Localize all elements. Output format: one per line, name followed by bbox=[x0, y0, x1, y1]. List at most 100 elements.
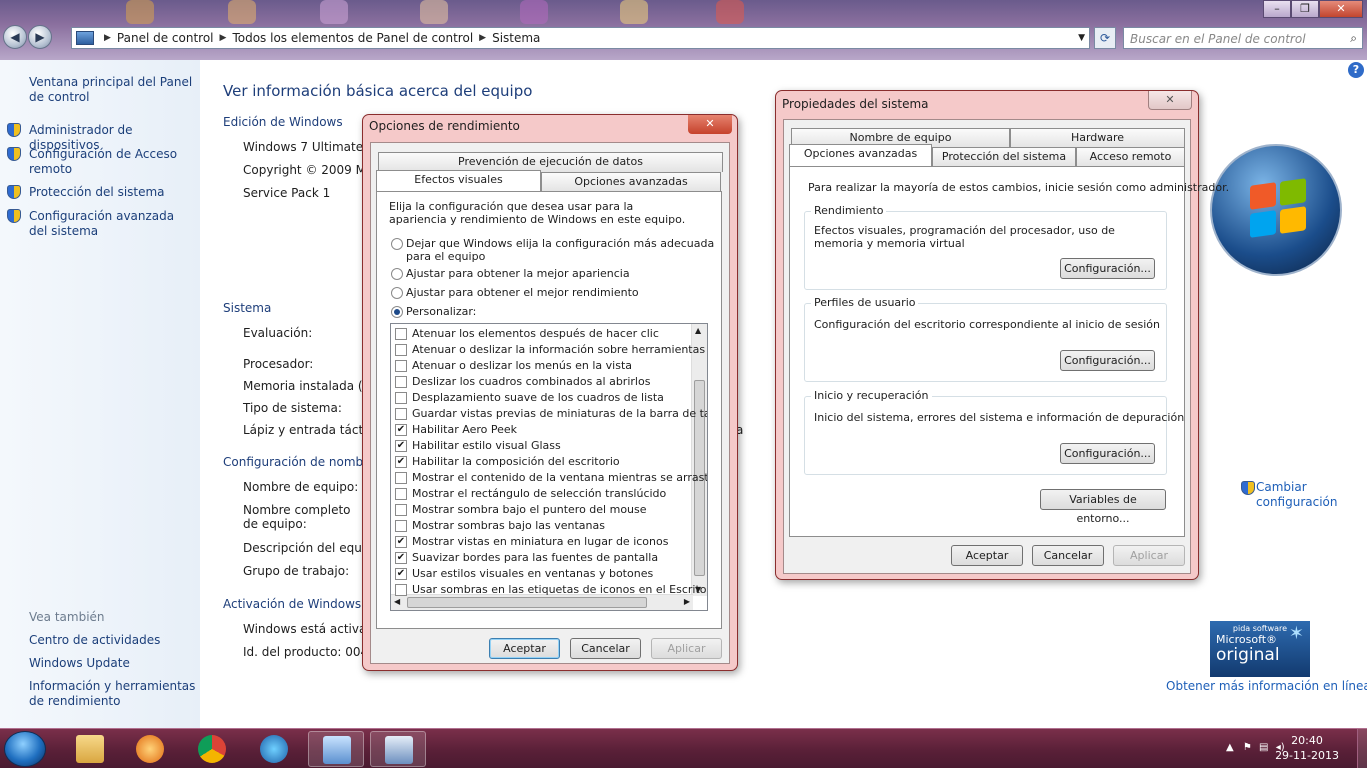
link-action-center[interactable]: Centro de actividades bbox=[29, 633, 160, 648]
chevron-down-icon[interactable]: ▼ bbox=[1078, 33, 1085, 43]
checkbox[interactable]: ✔ bbox=[395, 456, 407, 468]
environment-variables-button[interactable]: Variables de entorno... bbox=[1040, 489, 1166, 525]
radio-best-performance[interactable] bbox=[391, 287, 403, 299]
checkbox[interactable]: ✔ bbox=[395, 552, 407, 564]
close-button[interactable]: ✕ bbox=[688, 115, 732, 134]
minimize-button[interactable]: – bbox=[1263, 0, 1291, 18]
vertical-scrollbar[interactable]: ▲ ▼ bbox=[691, 324, 707, 596]
list-item[interactable]: Atenuar los elementos después de hacer c… bbox=[395, 326, 691, 342]
link-remote-access[interactable]: Configuración de Acceso remoto bbox=[29, 147, 179, 177]
list-item[interactable]: Atenuar o deslizar los menús en la vista bbox=[395, 358, 691, 374]
chevron-up-icon[interactable]: ▲ bbox=[695, 326, 701, 335]
checkbox[interactable]: ✔ bbox=[395, 536, 407, 548]
taskbar-control-panel[interactable] bbox=[308, 731, 364, 767]
checkbox[interactable] bbox=[395, 584, 407, 596]
link-system-protection[interactable]: Protección del sistema bbox=[29, 185, 194, 200]
tab-remote-access[interactable]: Acceso remoto bbox=[1076, 147, 1185, 167]
back-button[interactable]: ◀ bbox=[3, 25, 27, 49]
group-startup-recovery: Inicio y recuperación Inicio del sistema… bbox=[804, 389, 1184, 475]
list-item[interactable]: Guardar vistas previas de miniaturas de … bbox=[395, 406, 707, 422]
link-advanced-settings[interactable]: Configuración avanzada del sistema bbox=[29, 209, 189, 239]
scroll-thumb[interactable] bbox=[407, 597, 647, 608]
search-input[interactable]: Buscar en el Panel de control ⌕ bbox=[1123, 27, 1363, 49]
checkbox[interactable] bbox=[395, 328, 407, 340]
apply-button[interactable]: Aplicar bbox=[1113, 545, 1185, 566]
list-item[interactable]: Deslizar los cuadros combinados al abrir… bbox=[395, 374, 691, 390]
forward-button[interactable]: ▶ bbox=[28, 25, 52, 49]
checkbox[interactable] bbox=[395, 504, 407, 516]
checkbox[interactable]: ✔ bbox=[395, 568, 407, 580]
taskbar-messenger[interactable] bbox=[246, 731, 302, 767]
list-item[interactable]: ✔ Suavizar bordes para las fuentes de pan… bbox=[395, 550, 691, 566]
list-item[interactable]: Desplazamiento suave de los cuadros de l… bbox=[395, 390, 691, 406]
profiles-settings-button[interactable]: Configuración... bbox=[1060, 350, 1155, 371]
cancel-button[interactable]: Cancelar bbox=[570, 638, 641, 659]
tab-visual-effects[interactable]: Efectos visuales bbox=[376, 170, 541, 192]
maximize-button[interactable]: ❐ bbox=[1291, 0, 1319, 18]
list-item[interactable]: ✔ Habilitar Aero Peek bbox=[395, 422, 691, 438]
ok-button[interactable]: Aceptar bbox=[951, 545, 1023, 566]
ok-button[interactable]: Aceptar bbox=[489, 638, 560, 659]
list-item[interactable]: Mostrar el rectángulo de selección trans… bbox=[395, 486, 691, 502]
help-icon[interactable]: ? bbox=[1348, 62, 1364, 78]
effects-list[interactable]: ▲ ▼ ◀ ▶ Atenuar los elementos después de… bbox=[390, 323, 708, 611]
tab-advanced-options[interactable]: Opciones avanzadas bbox=[541, 172, 721, 192]
list-item[interactable]: ✔ Mostrar vistas en miniatura en lugar de… bbox=[395, 534, 691, 550]
chevron-left-icon[interactable]: ◀ bbox=[394, 597, 400, 606]
link-control-panel-home[interactable]: Ventana principal del Panel de control bbox=[29, 75, 194, 105]
clock[interactable]: 20:40 29-11-2013 bbox=[1275, 733, 1339, 763]
tab-advanced-options[interactable]: Opciones avanzadas bbox=[789, 144, 932, 166]
list-item[interactable]: ✔ Usar estilos visuales en ventanas y bot… bbox=[395, 566, 691, 582]
taskbar-system-properties[interactable] bbox=[370, 731, 426, 767]
network-icon[interactable]: ▤ bbox=[1259, 742, 1268, 753]
more-info-link[interactable]: Obtener más información en línea... bbox=[1166, 679, 1367, 693]
link-performance-tools[interactable]: Información y herramientas de rendimient… bbox=[29, 679, 197, 709]
taskbar-media[interactable] bbox=[122, 731, 178, 767]
checkbox[interactable] bbox=[395, 408, 407, 420]
breadcrumb-item[interactable]: Sistema bbox=[492, 31, 540, 45]
breadcrumb-item[interactable]: Todos los elementos de Panel de control bbox=[232, 31, 473, 45]
list-item[interactable]: Mostrar el contenido de la ventana mient… bbox=[395, 470, 707, 486]
startup-settings-button[interactable]: Configuración... bbox=[1060, 443, 1155, 464]
checkbox[interactable]: ✔ bbox=[395, 424, 407, 436]
list-item[interactable]: ✔ Habilitar estilo visual Glass bbox=[395, 438, 691, 454]
radio-custom[interactable] bbox=[391, 306, 403, 318]
search-icon[interactable]: ⌕ bbox=[1350, 31, 1357, 46]
checkbox[interactable] bbox=[395, 360, 407, 372]
change-settings-link[interactable]: Cambiar configuración bbox=[1256, 480, 1338, 510]
checkbox[interactable]: ✔ bbox=[395, 440, 407, 452]
tab-hardware[interactable]: Hardware bbox=[1010, 128, 1185, 148]
address-bar[interactable]: ▶ Panel de control ▶ Todos los elementos… bbox=[71, 27, 1090, 49]
chevron-right-icon[interactable]: ▶ bbox=[684, 597, 690, 606]
close-button[interactable]: ✕ bbox=[1148, 91, 1192, 110]
list-item[interactable]: Atenuar o deslizar la información sobre … bbox=[395, 342, 707, 358]
radio-let-windows[interactable] bbox=[391, 238, 403, 250]
cancel-button[interactable]: Cancelar bbox=[1032, 545, 1104, 566]
refresh-button[interactable]: ⟳ bbox=[1094, 27, 1116, 49]
list-item[interactable]: Mostrar sombras bajo las ventanas bbox=[395, 518, 691, 534]
taskbar-chrome[interactable] bbox=[184, 731, 240, 767]
taskbar-explorer[interactable] bbox=[62, 731, 118, 767]
link-windows-update[interactable]: Windows Update bbox=[29, 656, 130, 671]
start-button[interactable] bbox=[4, 731, 46, 767]
breadcrumb-item[interactable]: Panel de control bbox=[117, 31, 214, 45]
chevron-up-icon[interactable]: ▲ bbox=[1226, 742, 1234, 753]
tab-system-protection[interactable]: Protección del sistema bbox=[932, 147, 1076, 167]
checkbox[interactable] bbox=[395, 488, 407, 500]
flag-icon[interactable]: ⚑ bbox=[1243, 742, 1252, 753]
show-desktop-button[interactable] bbox=[1357, 729, 1367, 768]
radio-best-appearance[interactable] bbox=[391, 268, 403, 280]
group-performance: Rendimiento Efectos visuales, programaci… bbox=[804, 204, 1167, 290]
list-item[interactable]: Mostrar sombra bajo el puntero del mouse bbox=[395, 502, 691, 518]
tab-dep[interactable]: Prevención de ejecución de datos bbox=[378, 152, 723, 172]
close-button[interactable]: ✕ bbox=[1319, 0, 1363, 18]
checkbox[interactable] bbox=[395, 376, 407, 388]
performance-settings-button[interactable]: Configuración... bbox=[1060, 258, 1155, 279]
list-item[interactable]: ✔ Habilitar la composición del escritorio bbox=[395, 454, 691, 470]
checkbox[interactable] bbox=[395, 472, 407, 484]
checkbox[interactable] bbox=[395, 392, 407, 404]
apply-button[interactable]: Aplicar bbox=[651, 638, 722, 659]
checkbox[interactable] bbox=[395, 520, 407, 532]
checkbox[interactable] bbox=[395, 344, 407, 356]
list-item[interactable]: Usar sombras en las etiquetas de iconos … bbox=[395, 582, 707, 598]
